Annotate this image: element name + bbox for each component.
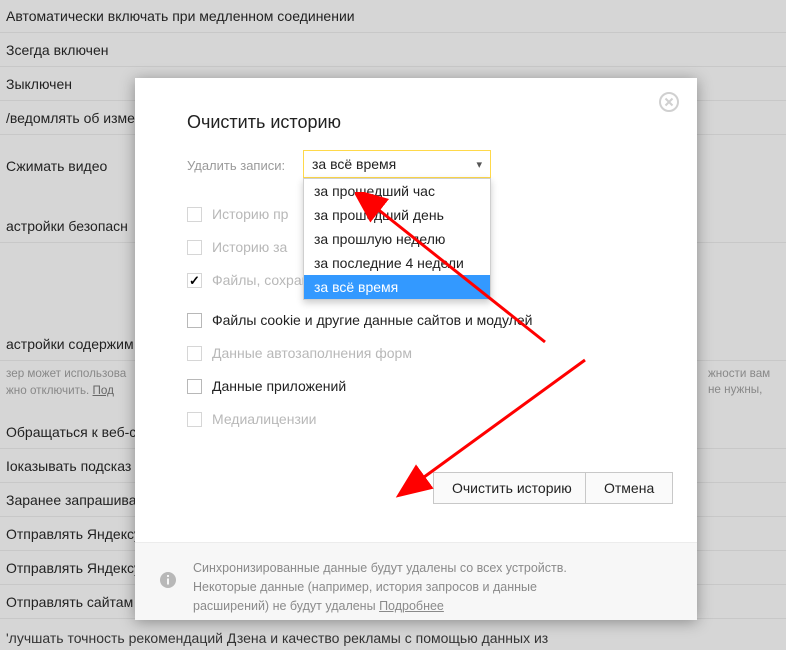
option-past-week[interactable]: за прошлую неделю <box>304 227 490 251</box>
checkbox-label: Данные автозаполнения форм <box>212 345 412 361</box>
bg-link[interactable]: Под <box>93 384 114 397</box>
checkbox-label: Файлы cookie и другие данные сайтов и мо… <box>212 312 532 328</box>
time-range-label: Удалить записи: <box>187 158 285 173</box>
time-range-dropdown: за прошедший час за прошедший день за пр… <box>303 178 491 300</box>
close-icon[interactable] <box>659 92 679 112</box>
option-past-day[interactable]: за прошедший день <box>304 203 490 227</box>
clear-history-button[interactable]: Очистить историю <box>433 472 591 504</box>
checkbox-box <box>187 313 202 328</box>
checkbox-box <box>187 240 202 255</box>
footnote-line: Синхронизированные данные будут удалены … <box>193 561 567 575</box>
checkbox-browsing-history[interactable]: Историю пр <box>187 206 288 222</box>
time-range-select[interactable]: за всё время ▾ <box>303 150 491 178</box>
option-past-hour[interactable]: за прошедший час <box>304 179 490 203</box>
checkbox-box <box>187 412 202 427</box>
chevron-down-icon: ▾ <box>476 158 482 171</box>
footnote-line: расширений) не будут удалены <box>193 599 379 613</box>
bg-text: жности вам не нужны, <box>708 367 770 396</box>
option-all-time[interactable]: за всё время <box>304 275 490 299</box>
learn-more-link[interactable]: Подробнее <box>379 599 444 613</box>
dialog-title: Очистить историю <box>187 112 341 133</box>
dialog-footnote: Синхронизированные данные будут удалены … <box>135 542 697 620</box>
time-range-value: за всё время <box>312 156 396 172</box>
bg-option: Зсегда включен <box>0 34 786 67</box>
checkbox-box <box>187 379 202 394</box>
checkbox-cookies[interactable]: Файлы cookie и другие данные сайтов и мо… <box>187 312 532 328</box>
bg-text: жно отключить. Под <box>6 384 114 397</box>
checkbox-box <box>187 346 202 361</box>
checkbox-box <box>187 207 202 222</box>
footnote-line: Некоторые данные (например, история запр… <box>193 580 537 594</box>
checkbox-media-licenses[interactable]: Медиалицензии <box>187 411 317 427</box>
checkbox-label: Историю пр <box>212 206 288 222</box>
info-icon <box>159 571 177 589</box>
checkbox-label: Историю за <box>212 239 287 255</box>
checkbox-download-history[interactable]: Историю за <box>187 239 287 255</box>
checkbox-label: Медиалицензии <box>212 411 317 427</box>
checkbox-app-data[interactable]: Данные приложений <box>187 378 346 394</box>
checkbox-label: Данные приложений <box>212 378 346 394</box>
cancel-button[interactable]: Отмена <box>585 472 673 504</box>
checkbox-autofill[interactable]: Данные автозаполнения форм <box>187 345 412 361</box>
bg-option: Автоматически включать при медленном сое… <box>0 0 786 33</box>
option-past-4weeks[interactable]: за последние 4 недели <box>304 251 490 275</box>
clear-history-dialog: Очистить историю Удалить записи: за всё … <box>135 78 697 620</box>
checkbox-box <box>187 273 202 288</box>
bg-option: 'лучшать точность рекомендаций Дзена и к… <box>0 626 548 650</box>
